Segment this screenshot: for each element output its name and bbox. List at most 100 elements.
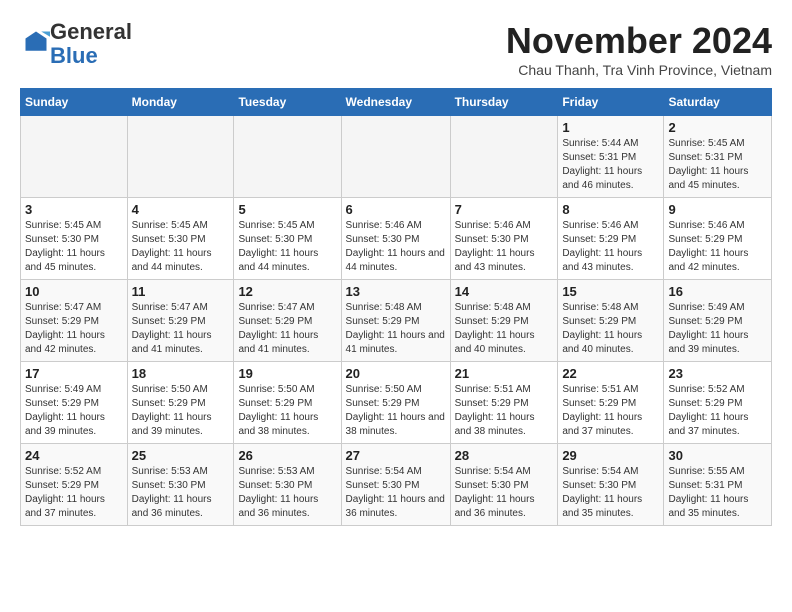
calendar-cell: 7Sunrise: 5:46 AM Sunset: 5:30 PM Daylig… xyxy=(450,198,558,280)
day-number: 23 xyxy=(668,366,767,381)
day-info: Sunrise: 5:48 AM Sunset: 5:29 PM Dayligh… xyxy=(455,301,554,357)
day-number: 29 xyxy=(562,448,659,463)
calendar-cell: 26 Sunrise: 5:53 AM Sunset: 5:30 PM Dayli… xyxy=(234,444,341,526)
day-info: Sunrise: 5:44 AM Sunset: 5:31 PM Dayligh… xyxy=(562,137,659,193)
calendar-cell: 13 Sunrise: 5:48 AM Sunset: 5:29 PM Dayli… xyxy=(341,280,450,362)
header: General Blue November 2024 Chau Thanh, T… xyxy=(20,20,772,78)
calendar-cell xyxy=(21,116,128,198)
weekday-header: Friday xyxy=(558,89,664,116)
weekday-header: Wednesday xyxy=(341,89,450,116)
day-number: 1 xyxy=(562,120,659,135)
day-info: Sunrise: 5:45 AM Sunset: 5:30 PM Dayligh… xyxy=(25,219,123,275)
calendar-cell: 25 Sunrise: 5:53 AM Sunset: 5:30 PM Dayli… xyxy=(127,444,234,526)
logo-icon xyxy=(22,28,50,56)
day-info: Sunrise: 5:47 AM Sunset: 5:29 PM Dayligh… xyxy=(25,301,123,357)
day-number: 12 xyxy=(238,284,336,299)
calendar-cell xyxy=(450,116,558,198)
calendar-week-row: 3 Sunrise: 5:45 AM Sunset: 5:30 PM Daylig… xyxy=(21,198,772,280)
weekday-header-row: SundayMondayTuesdayWednesdayThursdayFrid… xyxy=(21,89,772,116)
month-title: November 2024 xyxy=(506,20,772,62)
day-number: 14 xyxy=(455,284,554,299)
calendar-cell xyxy=(234,116,341,198)
calendar-cell xyxy=(341,116,450,198)
day-info: Sunrise: 5:48 AM Sunset: 5:29 PM Dayligh… xyxy=(562,301,659,357)
calendar-cell: 23 Sunrise: 5:52 AM Sunset: 5:29 PM Dayli… xyxy=(664,362,772,444)
calendar-cell: 18 Sunrise: 5:50 AM Sunset: 5:29 PM Dayli… xyxy=(127,362,234,444)
day-info: Sunrise: 5:48 AM Sunset: 5:29 PM Dayligh… xyxy=(346,301,446,357)
day-info: Sunrise: 5:47 AM Sunset: 5:29 PM Dayligh… xyxy=(238,301,336,357)
calendar-cell: 6 Sunrise: 5:46 AM Sunset: 5:30 PM Daylig… xyxy=(341,198,450,280)
day-number: 25 xyxy=(132,448,230,463)
day-info: Sunrise: 5:52 AM Sunset: 5:29 PM Dayligh… xyxy=(25,465,123,521)
day-info: Sunrise: 5:53 AM Sunset: 5:30 PM Dayligh… xyxy=(132,465,230,521)
weekday-header: Saturday xyxy=(664,89,772,116)
day-info: Sunrise: 5:54 AM Sunset: 5:30 PM Dayligh… xyxy=(455,465,554,521)
title-area: November 2024 Chau Thanh, Tra Vinh Provi… xyxy=(506,20,772,78)
calendar-week-row: 17 Sunrise: 5:49 AM Sunset: 5:29 PM Dayli… xyxy=(21,362,772,444)
day-info: Sunrise: 5:49 AM Sunset: 5:29 PM Dayligh… xyxy=(25,383,123,439)
weekday-header: Monday xyxy=(127,89,234,116)
day-number: 19 xyxy=(238,366,336,381)
calendar-cell: 21Sunrise: 5:51 AM Sunset: 5:29 PM Dayli… xyxy=(450,362,558,444)
day-number: 17 xyxy=(25,366,123,381)
day-number: 13 xyxy=(346,284,446,299)
calendar: SundayMondayTuesdayWednesdayThursdayFrid… xyxy=(20,88,772,526)
calendar-cell: 28Sunrise: 5:54 AM Sunset: 5:30 PM Dayli… xyxy=(450,444,558,526)
calendar-cell: 9Sunrise: 5:46 AM Sunset: 5:29 PM Daylig… xyxy=(664,198,772,280)
day-info: Sunrise: 5:46 AM Sunset: 5:30 PM Dayligh… xyxy=(346,219,446,275)
day-info: Sunrise: 5:52 AM Sunset: 5:29 PM Dayligh… xyxy=(668,383,767,439)
day-info: Sunrise: 5:54 AM Sunset: 5:30 PM Dayligh… xyxy=(562,465,659,521)
day-info: Sunrise: 5:49 AM Sunset: 5:29 PM Dayligh… xyxy=(668,301,767,357)
calendar-cell: 3 Sunrise: 5:45 AM Sunset: 5:30 PM Daylig… xyxy=(21,198,128,280)
day-number: 26 xyxy=(238,448,336,463)
calendar-cell: 11Sunrise: 5:47 AM Sunset: 5:29 PM Dayli… xyxy=(127,280,234,362)
day-number: 18 xyxy=(132,366,230,381)
day-number: 4 xyxy=(132,202,230,217)
day-info: Sunrise: 5:46 AM Sunset: 5:29 PM Dayligh… xyxy=(668,219,767,275)
calendar-week-row: 24 Sunrise: 5:52 AM Sunset: 5:29 PM Dayli… xyxy=(21,444,772,526)
day-number: 30 xyxy=(668,448,767,463)
day-number: 5 xyxy=(238,202,336,217)
calendar-cell: 2Sunrise: 5:45 AM Sunset: 5:31 PM Daylig… xyxy=(664,116,772,198)
calendar-week-row: 1 Sunrise: 5:44 AM Sunset: 5:31 PM Daylig… xyxy=(21,116,772,198)
day-number: 15 xyxy=(562,284,659,299)
weekday-header: Tuesday xyxy=(234,89,341,116)
day-number: 6 xyxy=(346,202,446,217)
day-info: Sunrise: 5:50 AM Sunset: 5:29 PM Dayligh… xyxy=(346,383,446,439)
calendar-cell: 8Sunrise: 5:46 AM Sunset: 5:29 PM Daylig… xyxy=(558,198,664,280)
day-info: Sunrise: 5:46 AM Sunset: 5:30 PM Dayligh… xyxy=(455,219,554,275)
day-info: Sunrise: 5:50 AM Sunset: 5:29 PM Dayligh… xyxy=(132,383,230,439)
calendar-cell: 16 Sunrise: 5:49 AM Sunset: 5:29 PM Dayli… xyxy=(664,280,772,362)
day-info: Sunrise: 5:45 AM Sunset: 5:30 PM Dayligh… xyxy=(132,219,230,275)
calendar-cell: 29 Sunrise: 5:54 AM Sunset: 5:30 PM Dayli… xyxy=(558,444,664,526)
day-info: Sunrise: 5:47 AM Sunset: 5:29 PM Dayligh… xyxy=(132,301,230,357)
calendar-week-row: 10 Sunrise: 5:47 AM Sunset: 5:29 PM Dayli… xyxy=(21,280,772,362)
day-number: 24 xyxy=(25,448,123,463)
day-number: 16 xyxy=(668,284,767,299)
day-info: Sunrise: 5:50 AM Sunset: 5:29 PM Dayligh… xyxy=(238,383,336,439)
calendar-cell: 14 Sunrise: 5:48 AM Sunset: 5:29 PM Dayli… xyxy=(450,280,558,362)
calendar-cell xyxy=(127,116,234,198)
calendar-cell: 10 Sunrise: 5:47 AM Sunset: 5:29 PM Dayli… xyxy=(21,280,128,362)
calendar-cell: 15 Sunrise: 5:48 AM Sunset: 5:29 PM Dayli… xyxy=(558,280,664,362)
calendar-cell: 30 Sunrise: 5:55 AM Sunset: 5:31 PM Dayli… xyxy=(664,444,772,526)
day-info: Sunrise: 5:55 AM Sunset: 5:31 PM Dayligh… xyxy=(668,465,767,521)
weekday-header: Sunday xyxy=(21,89,128,116)
logo: General Blue xyxy=(20,20,132,68)
calendar-cell: 24 Sunrise: 5:52 AM Sunset: 5:29 PM Dayli… xyxy=(21,444,128,526)
day-number: 10 xyxy=(25,284,123,299)
weekday-header: Thursday xyxy=(450,89,558,116)
day-number: 21 xyxy=(455,366,554,381)
day-info: Sunrise: 5:51 AM Sunset: 5:29 PM Dayligh… xyxy=(562,383,659,439)
calendar-cell: 4 Sunrise: 5:45 AM Sunset: 5:30 PM Daylig… xyxy=(127,198,234,280)
day-info: Sunrise: 5:53 AM Sunset: 5:30 PM Dayligh… xyxy=(238,465,336,521)
logo-text: General Blue xyxy=(50,20,132,68)
day-number: 22 xyxy=(562,366,659,381)
day-number: 3 xyxy=(25,202,123,217)
calendar-cell: 19 Sunrise: 5:50 AM Sunset: 5:29 PM Dayli… xyxy=(234,362,341,444)
day-number: 27 xyxy=(346,448,446,463)
day-number: 8 xyxy=(562,202,659,217)
calendar-cell: 20Sunrise: 5:50 AM Sunset: 5:29 PM Dayli… xyxy=(341,362,450,444)
day-number: 2 xyxy=(668,120,767,135)
day-info: Sunrise: 5:45 AM Sunset: 5:30 PM Dayligh… xyxy=(238,219,336,275)
